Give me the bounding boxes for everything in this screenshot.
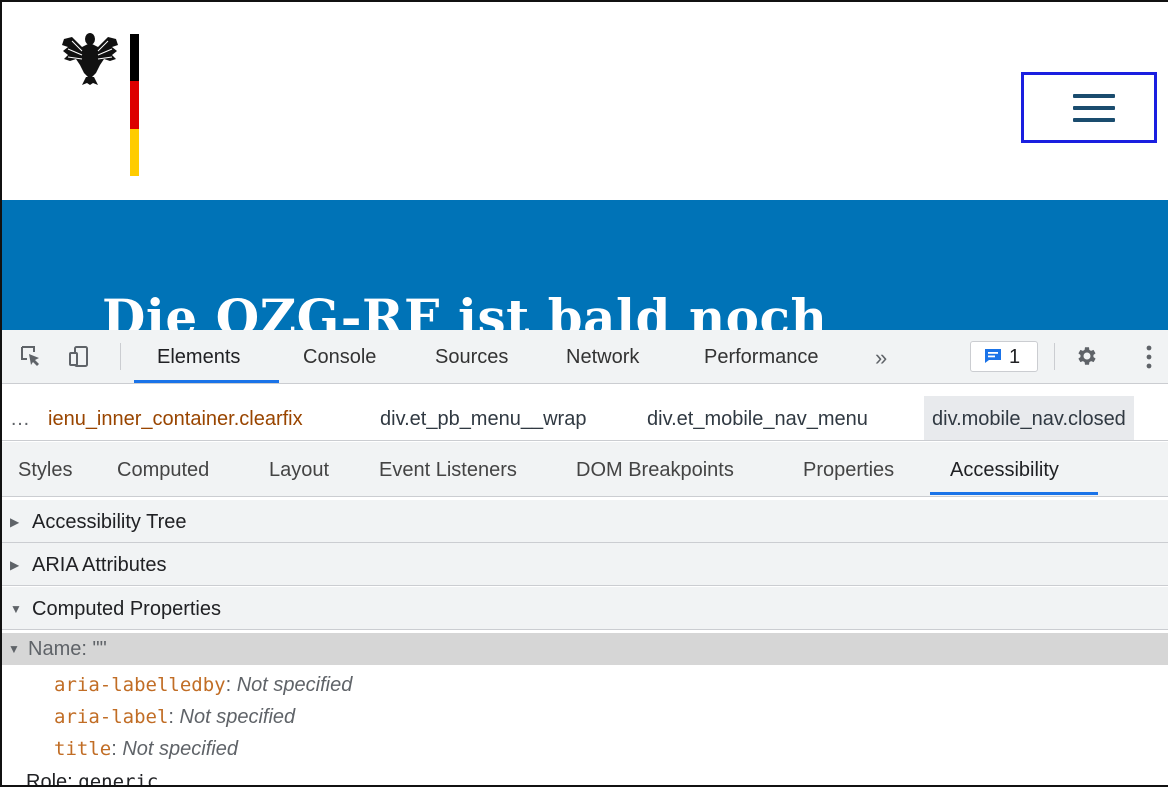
sidebar-tabs: Styles Computed Layout Event Listeners D… [2,442,1168,497]
collapse-triangle-icon: ▼ [10,602,22,616]
role-label: Role: [26,771,73,787]
section-computed-properties[interactable]: ▼ Computed Properties [2,587,1168,630]
property-value: Not specified [236,674,353,696]
property-row: title: Not specified [54,738,238,760]
german-flag-bar [130,34,139,176]
active-tab-indicator [134,380,279,383]
toolbar-divider [1054,343,1055,370]
property-value: Not specified [179,706,296,728]
tab-accessibility[interactable]: Accessibility [950,442,1059,496]
property-value: Not specified [122,738,238,760]
message-icon [985,349,1001,363]
property-key: aria-label [54,706,169,728]
property-key: aria-labelledby [54,674,226,696]
tab-network[interactable]: Network [566,330,639,383]
section-accessibility-tree[interactable]: ▶ Accessibility Tree [2,500,1168,543]
more-tabs-button[interactable]: » [875,330,887,383]
tab-layout[interactable]: Layout [269,442,329,496]
more-options-kebab-icon[interactable] [1137,344,1161,370]
screenshot-frame: Die OZG-RF ist bald noch Elements Consol… [0,0,1168,787]
breadcrumb-item[interactable]: div.et_mobile_nav_menu [647,396,868,440]
tab-elements[interactable]: Elements [157,330,240,383]
issues-button[interactable]: 1 [970,341,1038,372]
tab-console[interactable]: Console [303,330,376,383]
tab-performance[interactable]: Performance [704,330,819,383]
breadcrumb-ellipsis[interactable]: … [10,396,31,440]
section-aria-attributes[interactable]: ▶ ARIA Attributes [2,543,1168,586]
issues-count: 1 [1009,346,1021,368]
dom-breadcrumb: … ienu_inner_container.clearfix div.et_p… [2,396,1168,441]
name-property-row[interactable]: ▼ Name: "" [2,633,1168,665]
tab-sources[interactable]: Sources [435,330,508,383]
name-property-label: Name: "" [28,638,107,660]
expand-triangle-icon: ▶ [10,558,20,572]
tab-styles[interactable]: Styles [18,442,72,496]
site-header [2,2,1168,200]
section-label: ARIA Attributes [32,554,167,576]
device-toolbar-icon[interactable] [68,345,90,367]
tab-properties[interactable]: Properties [803,442,894,496]
hamburger-menu-icon [1073,92,1115,124]
hero-heading: Die OZG-RF ist bald noch [102,288,828,330]
property-row: aria-label: Not specified [54,706,296,728]
toolbar-divider [120,343,121,370]
federal-eagle-logo-icon [62,33,118,85]
hero-banner: Die OZG-RF ist bald noch [2,200,1168,330]
tab-computed[interactable]: Computed [117,442,209,496]
section-label: Accessibility Tree [32,511,187,533]
breadcrumb-item[interactable]: ienu_inner_container.clearfix [48,396,303,440]
role-row: Role: generic [26,767,159,787]
settings-gear-icon[interactable] [1075,344,1099,368]
expand-triangle-icon: ▶ [10,515,20,529]
section-label: Computed Properties [32,598,221,620]
inspect-element-icon[interactable] [20,345,42,367]
tab-event-listeners[interactable]: Event Listeners [379,442,517,496]
collapse-triangle-icon: ▼ [8,642,20,656]
tab-dom-breakpoints[interactable]: DOM Breakpoints [576,442,734,496]
devtools-panel: Elements Console Sources Network Perform… [2,330,1168,787]
role-value: generic [78,771,159,787]
breadcrumb-item-selected[interactable]: div.mobile_nav.closed [924,396,1134,440]
devtools-toolbar: Elements Console Sources Network Perform… [2,330,1168,384]
property-row: aria-labelledby: Not specified [54,674,353,696]
breadcrumb-item[interactable]: div.et_pb_menu__wrap [380,396,586,440]
property-key: title [54,738,112,760]
active-subtab-indicator [930,492,1098,495]
mobile-menu-toggle-button[interactable] [1021,72,1157,143]
